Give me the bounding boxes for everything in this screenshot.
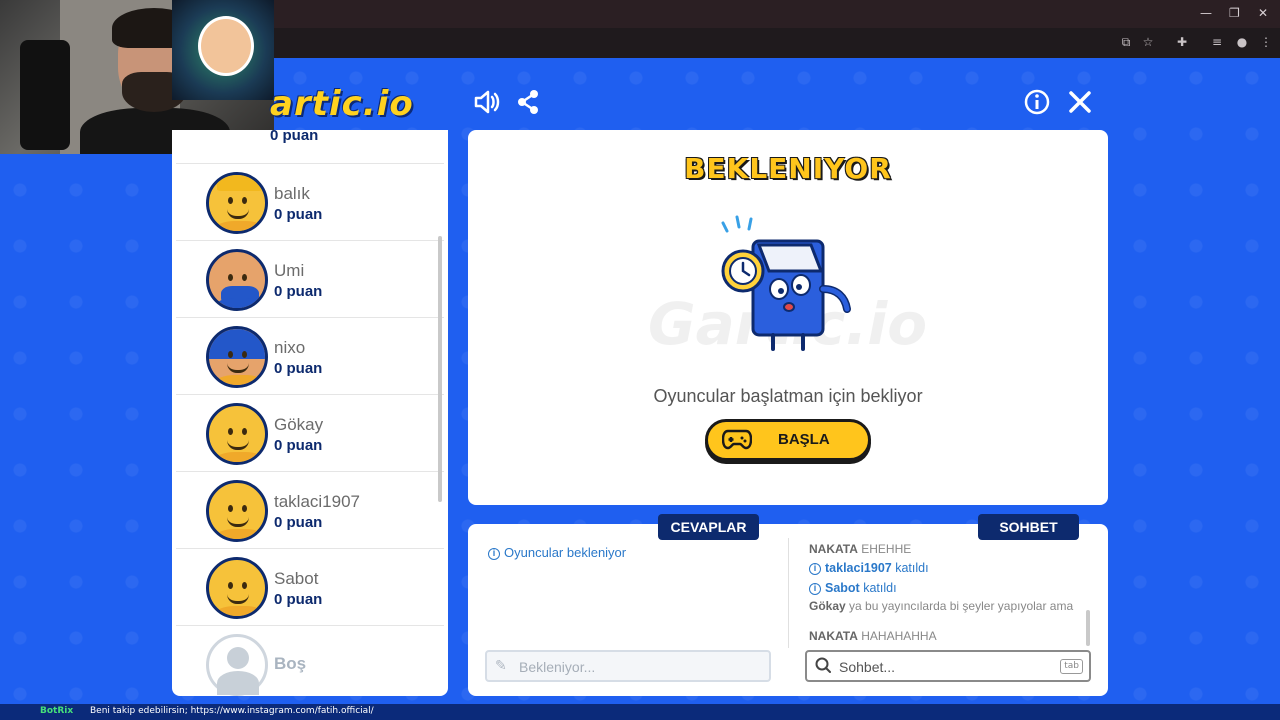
- player-row[interactable]: Umi 0 puan: [176, 241, 444, 318]
- chat-placeholder: Sohbet...: [839, 659, 896, 675]
- chat-scrollbar[interactable]: [1086, 610, 1090, 646]
- share-icon[interactable]: [514, 88, 542, 116]
- player-points: 0 puan: [274, 283, 323, 300]
- player-avatar: [206, 326, 268, 388]
- chat-message: NAKATA EHEHHE: [809, 542, 912, 556]
- player-points: 0 puan: [274, 360, 323, 377]
- stream-ticker: BotRix Beni takip edebilirsin; https://w…: [0, 704, 1280, 720]
- chat-join-notice: i taklaci1907 katıldı: [809, 561, 929, 575]
- player-avatar: [206, 403, 268, 465]
- chat-join-notice: i Sabot katıldı: [809, 581, 897, 595]
- waiting-message: Oyuncular başlatman için bekliyor: [653, 386, 923, 406]
- player-name: Sabot: [274, 569, 319, 588]
- info-icon: i: [809, 583, 821, 595]
- chat-input[interactable]: Sohbet... tab: [805, 650, 1091, 682]
- answers-info-line: i Oyuncular bekleniyor: [488, 545, 626, 560]
- gartic-logo: artic.io: [270, 84, 414, 124]
- player-row[interactable]: balık 0 puan: [176, 164, 444, 241]
- waiting-panel: BEKLENIYOR Gartic.io Oyuncular başlatman…: [468, 130, 1108, 505]
- media-icon[interactable]: ≡: [1210, 35, 1224, 49]
- player-row[interactable]: Sabot 0 puan: [176, 549, 444, 626]
- restore-icon[interactable]: ❐: [1229, 6, 1240, 20]
- bot-name: BotRix: [40, 706, 74, 716]
- answer-input[interactable]: ✎ Bekleniyor...: [485, 650, 771, 682]
- microphone: [20, 40, 70, 150]
- star-icon[interactable]: ☆: [1141, 35, 1155, 49]
- chat-message: Gökay ya bu yayıncılarda bi şeyler yapıy…: [809, 599, 1074, 613]
- player-name: nixo: [274, 338, 306, 357]
- answers-chat-panel: CEVAPLAR SOHBET i Oyuncular bekleniyor NA…: [468, 514, 1108, 696]
- player-points: 0 puan: [270, 127, 319, 144]
- extensions-icon[interactable]: ✚: [1175, 35, 1189, 49]
- start-button[interactable]: BAŞLA: [705, 419, 871, 461]
- start-button-label: BAŞLA: [778, 431, 830, 448]
- ticker-message: Beni takip edebilirsin; https://www.inst…: [90, 706, 374, 716]
- waiting-title: BEKLENIYOR: [684, 152, 892, 185]
- player-avatar: [206, 249, 268, 311]
- menu-icon[interactable]: ⋮: [1259, 35, 1273, 49]
- player-avatar: [206, 480, 268, 542]
- info-icon[interactable]: [1023, 88, 1051, 116]
- waiting-character-illustration: [703, 215, 873, 355]
- player-points: 0 puan: [274, 437, 323, 454]
- player-name: balık: [274, 184, 310, 203]
- close-window-icon[interactable]: ✕: [1258, 6, 1268, 20]
- minimize-icon[interactable]: —: [1200, 6, 1212, 20]
- search-icon: [815, 657, 831, 673]
- player-points: 0 puan: [274, 206, 323, 223]
- player-row[interactable]: taklaci1907 0 puan: [176, 472, 444, 549]
- player-name: taklaci1907: [274, 492, 361, 511]
- answer-placeholder: Bekleniyor...: [519, 659, 596, 675]
- profile-icon[interactable]: ●: [1235, 35, 1249, 49]
- info-icon: i: [809, 563, 821, 575]
- player-points: 0 puan: [274, 514, 323, 531]
- player-avatar: [206, 557, 268, 619]
- empty-slot-label: Boş: [274, 654, 307, 673]
- tab-answers[interactable]: CEVAPLAR: [658, 514, 759, 540]
- tab-chat[interactable]: SOHBET: [978, 514, 1079, 540]
- player-points: 0 puan: [274, 591, 323, 608]
- empty-avatar-icon: [206, 634, 268, 696]
- close-icon[interactable]: [1066, 88, 1094, 116]
- panel-divider: [788, 538, 789, 648]
- players-list[interactable]: balık 0 puan Umi 0 puan nixo 0 puan Göka…: [172, 130, 448, 696]
- pencil-icon: ✎: [495, 658, 507, 674]
- avatar-artwork: [172, 0, 274, 100]
- player-name: Gökay: [274, 415, 324, 434]
- cast-icon[interactable]: ⧉: [1119, 35, 1133, 49]
- player-name: Umi: [274, 261, 305, 280]
- tab-key-hint: tab: [1060, 659, 1083, 674]
- player-row[interactable]: Gökay 0 puan: [176, 395, 444, 472]
- player-row[interactable]: nixo 0 puan: [176, 318, 444, 395]
- info-icon: i: [488, 548, 500, 560]
- gamepad-icon: [721, 428, 753, 457]
- players-scrollbar[interactable]: [438, 236, 442, 502]
- chat-message: NAKATA HAHAHAHHA: [809, 629, 937, 643]
- empty-slot: Boş: [176, 626, 444, 696]
- sound-icon[interactable]: [472, 88, 500, 116]
- player-avatar: [206, 172, 268, 234]
